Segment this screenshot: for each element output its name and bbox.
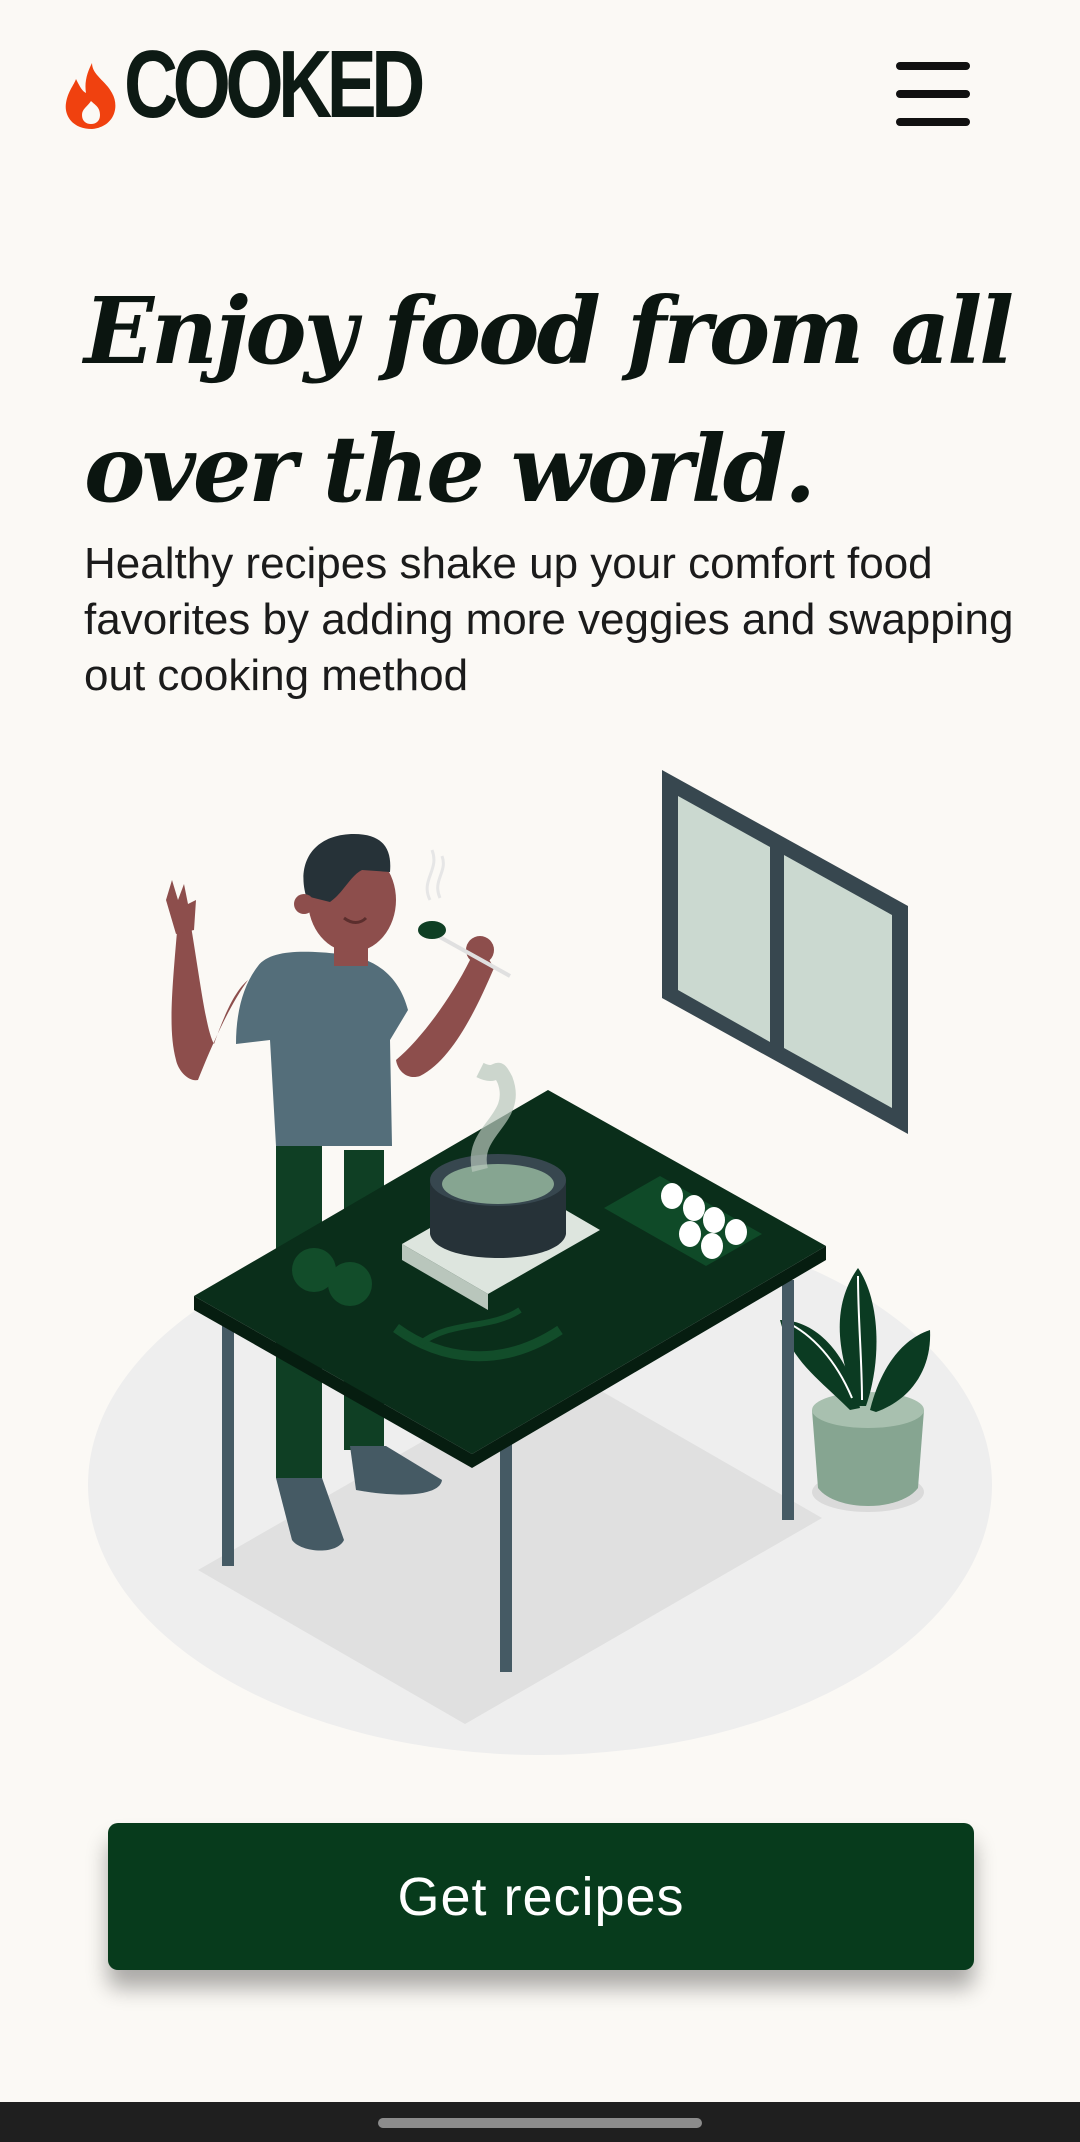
hero-title: Enjoy food from all over the world.	[84, 277, 1014, 523]
hamburger-menu-icon	[896, 62, 970, 70]
man-cooking-illustration	[88, 770, 992, 1755]
flame-icon	[65, 63, 116, 129]
hero-subtitle: Healthy recipes shake up your comfort fo…	[84, 539, 1014, 700]
hamburger-menu-button[interactable]	[896, 62, 970, 126]
app-header: COOKED	[0, 0, 1080, 180]
home-gesture-handle[interactable]	[378, 2118, 702, 2128]
logo-text: COOKED	[124, 31, 425, 138]
logo[interactable]: COOKED	[62, 31, 503, 138]
get-recipes-button[interactable]: Get recipes	[108, 1823, 974, 1970]
system-navigation-bar	[0, 2102, 1080, 2142]
window	[662, 770, 908, 1134]
